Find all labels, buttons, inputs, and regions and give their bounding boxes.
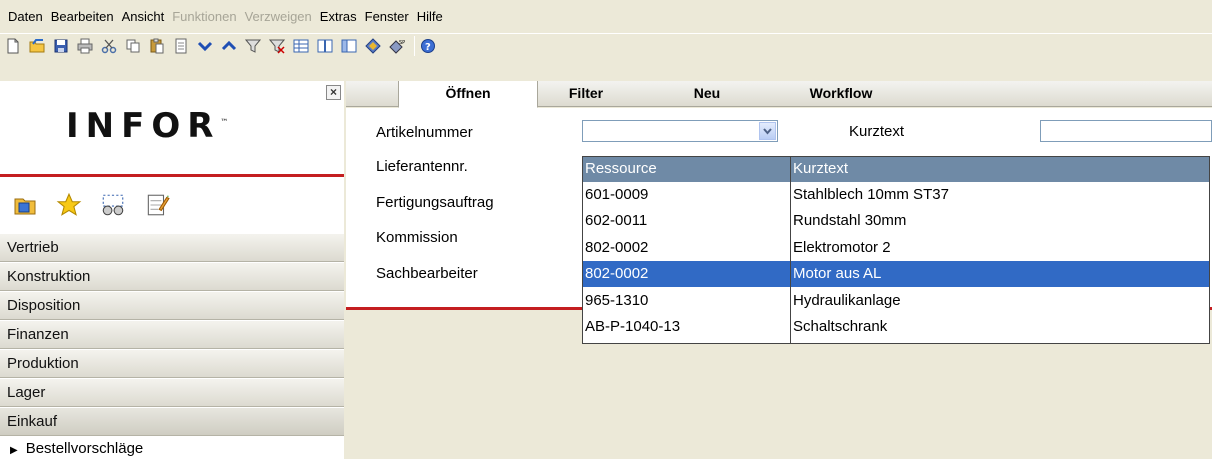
tab-workflow[interactable]: Workflow [796,81,886,107]
row-kurztext: Schaltschrank [793,318,888,335]
menu-bearbeiten[interactable]: Bearbeiten [47,10,118,24]
dropdown-row[interactable]: 965-1310 Hydraulikanlage [583,288,1209,314]
row-kurztext: Elektromotor 2 [793,239,891,256]
dropdown-row[interactable]: 802-0002 Elektromotor 2 [583,235,1209,261]
label-kommission: Kommission [376,229,458,246]
label-lieferantennr: Lieferantennr. [376,158,468,175]
row-ressource: 602-0011 [585,212,648,229]
dropdown-row[interactable]: 601-0009 Stahlblech 10mm ST37 [583,182,1209,208]
logo-area: INFOR™ × [0,81,344,174]
svg-text:?: ? [425,42,431,53]
star-icon[interactable] [56,192,82,218]
diamond-icon[interactable] [363,36,382,55]
columns-icon[interactable] [315,36,334,55]
column-header-ressource: Ressource [585,160,657,177]
menu-ansicht[interactable]: Ansicht [118,10,169,24]
print-icon[interactable] [75,36,94,55]
nav-item-einkauf[interactable]: Einkauf [0,407,344,436]
cut-icon[interactable] [99,36,118,55]
table-icon[interactable] [291,36,310,55]
menu-hilfe[interactable]: Hilfe [413,10,447,24]
row-kurztext: Hydraulikanlage [793,292,901,309]
folder-icon[interactable] [12,192,38,218]
save-icon[interactable] [51,36,70,55]
page-icon[interactable] [171,36,190,55]
label-fertigungsauftrag: Fertigungsauftrag [376,194,494,211]
toolbar-separator [414,35,415,56]
panel-icon-row [0,177,344,233]
tab-oeffnen[interactable]: Öffnen [398,81,538,108]
row-ressource: 802-0002 [585,239,649,256]
menu-verzweigen: Verzweigen [244,9,312,24]
nav-item-disposition[interactable]: Disposition [0,291,344,320]
binoculars-icon[interactable] [100,192,126,218]
row-ressource: AB-P-1040-13 [585,318,681,335]
row-ressource: 601-0009 [585,186,649,203]
copy-icon[interactable] [123,36,142,55]
arrow-up-icon[interactable] [219,36,238,55]
label-artikelnummer: Artikelnummer [376,124,473,141]
column-header-kurztext: Kurztext [793,160,849,177]
panel-icon[interactable] [339,36,358,55]
menu-bar: Daten Bearbeiten Ansicht Funktionen Verz… [0,0,1212,33]
infor-logo: INFOR™ [66,106,229,146]
sub-item-label: Bestellvorschläge [25,440,144,457]
menu-extras[interactable]: Extras [316,10,361,24]
row-ressource: 802-0002 [585,265,649,282]
help-icon[interactable]: ? [418,36,437,55]
new-document-icon[interactable] [3,36,22,55]
dropdown-header: Ressource Kurztext [583,157,1209,182]
clear-filter-icon[interactable] [267,36,286,55]
sub-item-bestellvorschlaege[interactable]: ▶ Bestellvorschläge [0,436,344,459]
kurztext-input[interactable] [1040,120,1212,142]
close-panel-button[interactable]: × [326,85,341,100]
special-icon[interactable]: SP [387,36,406,55]
label-sachbearbeiter: Sachbearbeiter [376,265,478,282]
row-kurztext: Motor aus AL [793,265,882,282]
nav-item-produktion[interactable]: Produktion [0,349,344,378]
dropdown-row[interactable]: AB-P-1040-13 Schaltschrank [583,314,1209,340]
dropdown-row-selected[interactable]: 802-0002 Motor aus AL [583,261,1209,287]
label-kurztext: Kurztext [849,123,905,140]
arrow-down-icon[interactable] [195,36,214,55]
column-divider [790,157,791,343]
filter-icon[interactable] [243,36,262,55]
nav-item-lager[interactable]: Lager [0,378,344,407]
nav-item-vertrieb[interactable]: Vertrieb [0,233,344,262]
row-kurztext: Rundstahl 30mm [793,212,907,229]
nav-list: Vertrieb Konstruktion Disposition Finanz… [0,233,344,459]
nav-item-konstruktion[interactable]: Konstruktion [0,262,344,291]
left-panel: INFOR™ × Vertrieb Konstruktion Dispositi… [0,81,344,459]
open-folder-icon[interactable] [27,36,46,55]
menu-funktionen: Funktionen [172,9,237,24]
expand-triangle-icon: ▶ [10,445,18,456]
artikelnummer-combobox[interactable] [582,120,778,142]
menu-daten[interactable]: Daten [4,10,47,24]
row-ressource: 965-1310 [585,292,649,309]
menu-fenster[interactable]: Fenster [361,10,413,24]
notepad-icon[interactable] [144,192,170,218]
tab-filter[interactable]: Filter [556,81,616,107]
paste-icon[interactable] [147,36,166,55]
toolbar: SP ? [0,33,1212,57]
artikelnummer-dropdown-list: Ressource Kurztext 601-0009 Stahlblech 1… [582,156,1210,344]
row-kurztext: Stahlblech 10mm ST37 [793,186,949,203]
chevron-down-icon[interactable] [759,122,776,140]
dropdown-row[interactable]: 602-0011 Rundstahl 30mm [583,208,1209,234]
svg-text:SP: SP [399,40,405,46]
tab-neu[interactable]: Neu [682,81,732,107]
nav-item-finanzen[interactable]: Finanzen [0,320,344,349]
tab-bar: Öffnen Filter Neu Workflow [346,81,1212,108]
